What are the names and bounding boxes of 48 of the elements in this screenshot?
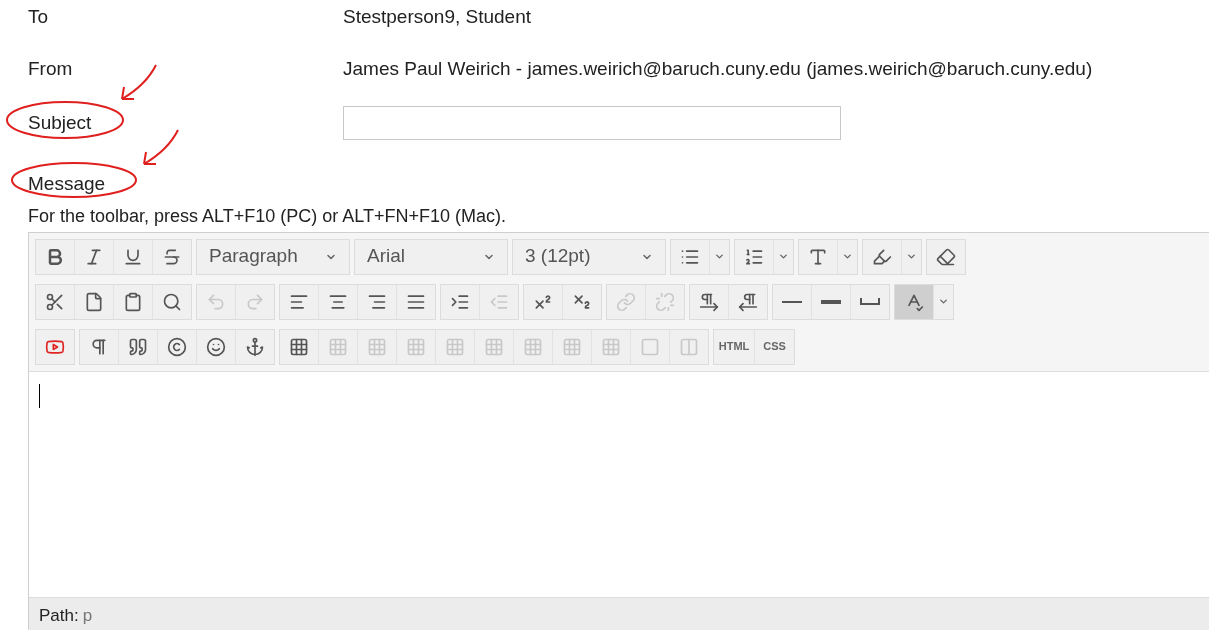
toolbar-button[interactable] xyxy=(895,284,933,319)
scissors-icon xyxy=(45,291,65,312)
field-label: Subject xyxy=(28,111,92,133)
message-label: Message xyxy=(28,173,106,194)
table-icon xyxy=(562,336,582,357)
subject-field[interactable] xyxy=(343,106,841,140)
split-cell-icon xyxy=(679,336,699,357)
table-icon xyxy=(328,336,348,357)
highlighter-icon xyxy=(872,246,892,267)
caret-icon xyxy=(714,251,725,262)
field-label: From xyxy=(28,57,73,79)
search-icon xyxy=(162,291,182,312)
field-label: To xyxy=(28,5,49,27)
source-button[interactable]: CSS xyxy=(754,329,794,364)
path-label: Path: xyxy=(39,605,79,628)
redo-icon xyxy=(245,291,265,312)
pilcrow-left-icon xyxy=(738,291,758,312)
pilcrow-right-icon xyxy=(699,291,719,312)
table-icon xyxy=(601,336,621,357)
document-icon xyxy=(84,291,104,312)
anchor-icon xyxy=(245,336,265,357)
copyright-icon xyxy=(167,336,187,357)
caret-icon xyxy=(906,251,917,262)
table-icon xyxy=(445,336,465,357)
caret-icon xyxy=(842,251,853,262)
table-icon xyxy=(523,336,543,357)
caret-icon xyxy=(778,251,789,262)
italic-icon xyxy=(84,246,104,267)
undo-icon xyxy=(206,291,226,312)
table-icon xyxy=(289,336,309,357)
space-icon xyxy=(860,298,880,305)
unlink-icon xyxy=(655,291,675,312)
link-icon xyxy=(616,291,636,312)
cell-icon xyxy=(640,336,660,357)
table-icon xyxy=(406,336,426,357)
text-cursor xyxy=(39,383,40,408)
quote-icon xyxy=(128,336,148,357)
table-icon xyxy=(367,336,387,357)
field-value: James Paul Weirich - james.weirich@baruch.cuny.edu (james.weirich@baruch.cuny.edu) xyxy=(343,56,1093,81)
clipboard-icon xyxy=(123,291,143,312)
toolbar-hint: For the toolbar, press ALT+F10 (PC) or ALT+FN+F10 (Mac). xyxy=(28,205,506,226)
source-button[interactable]: HTML xyxy=(714,329,754,364)
table-icon xyxy=(484,336,504,357)
field-value: Stestperson9, Student xyxy=(343,4,531,29)
path-value: p xyxy=(82,605,93,628)
smiley-icon xyxy=(206,336,226,357)
eraser-icon xyxy=(936,246,956,267)
caret-icon xyxy=(938,296,949,307)
